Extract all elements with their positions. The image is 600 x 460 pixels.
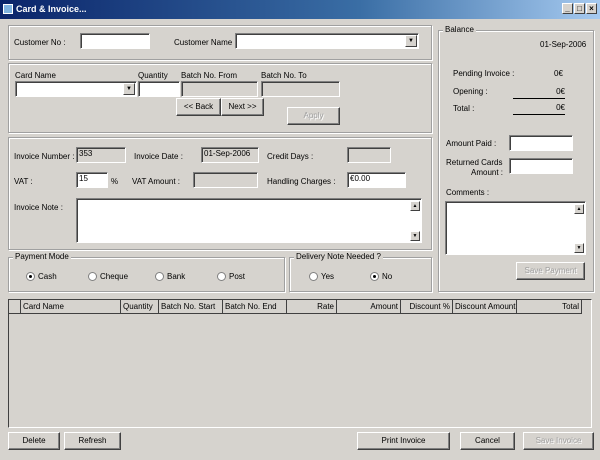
close-button[interactable]: × — [586, 3, 597, 14]
refresh-button[interactable]: Refresh — [64, 432, 121, 450]
opening-label: Opening : — [453, 87, 488, 96]
cancel-button[interactable]: Cancel — [460, 432, 515, 450]
handling-charges-input[interactable]: €0.00 — [347, 172, 406, 188]
scroll-up-icon[interactable]: ▲ — [574, 204, 584, 214]
pending-invoice-value: 0€ — [554, 69, 563, 78]
invoice-note-textarea[interactable]: ▲ ▼ — [76, 198, 422, 243]
customer-name-combo[interactable]: ▼ — [235, 33, 419, 49]
radio-yes[interactable]: Yes — [309, 272, 335, 282]
customer-no-input[interactable] — [80, 33, 150, 49]
save-payment-button[interactable]: Save Payment — [516, 262, 585, 280]
print-invoice-button[interactable]: Print Invoice — [357, 432, 450, 450]
handling-charges-label: Handling Charges : — [267, 177, 336, 186]
radio-icon[interactable] — [88, 272, 97, 282]
invoice-number-label: Invoice Number : — [14, 152, 75, 161]
percent-label: % — [111, 177, 119, 186]
window-title: Card & Invoice... — [16, 4, 87, 14]
back-button[interactable]: << Back — [176, 98, 221, 116]
returned-cards-amount-input[interactable] — [509, 158, 573, 174]
minimize-button[interactable]: _ — [562, 3, 573, 14]
payment-mode-legend: Payment Mode — [13, 252, 71, 261]
title-bar: Card & Invoice... — [0, 0, 600, 19]
col-discount-amount[interactable]: Discount Amount — [453, 300, 517, 313]
delivery-note-legend: Delivery Note Needed ? — [294, 252, 383, 261]
batch-from-label: Batch No. From — [181, 71, 238, 80]
card-name-label: Card Name — [15, 71, 56, 80]
grid-header: Card Name Quantity Batch No. Start Batch… — [9, 300, 582, 314]
scroll-down-icon[interactable]: ▼ — [410, 231, 420, 241]
radio-post[interactable]: Post — [217, 272, 246, 282]
radio-cash[interactable]: Cash — [26, 272, 57, 282]
col-quantity[interactable]: Quantity — [121, 300, 159, 313]
radio-icon[interactable] — [26, 272, 35, 282]
radio-label: Post — [229, 272, 246, 281]
card-name-combo[interactable]: ▼ — [15, 81, 137, 97]
vat-amount-field — [193, 172, 258, 188]
total-label: Total : — [453, 104, 475, 113]
quantity-label: Quantity — [138, 71, 168, 80]
radio-icon[interactable] — [217, 272, 226, 282]
col-amount[interactable]: Amount — [337, 300, 401, 313]
col-discount-percent[interactable]: Discount % — [401, 300, 453, 313]
scroll-down-icon[interactable]: ▼ — [574, 243, 584, 253]
radio-no[interactable]: No — [370, 272, 393, 282]
apply-button[interactable]: Apply — [287, 107, 340, 125]
maximize-button[interactable]: □ — [574, 3, 585, 14]
balance-date: 01-Sep-2006 — [540, 40, 587, 49]
col-batch-start[interactable]: Batch No. Start — [159, 300, 223, 313]
invoice-lines-grid[interactable]: Card Name Quantity Batch No. Start Batch… — [8, 299, 592, 428]
batch-to-label: Batch No. To — [261, 71, 307, 80]
col-batch-end[interactable]: Batch No. End — [223, 300, 287, 313]
invoice-date-label: Invoice Date : — [134, 152, 183, 161]
row-header — [9, 300, 21, 313]
vat-input[interactable]: 15 — [76, 172, 108, 188]
chevron-down-icon[interactable]: ▼ — [405, 35, 417, 47]
vat-amount-label: VAT Amount : — [132, 177, 181, 186]
col-card-name[interactable]: Card Name — [21, 300, 121, 313]
radio-icon[interactable] — [155, 272, 164, 282]
radio-label: Cash — [38, 272, 57, 281]
radio-icon[interactable] — [370, 272, 379, 282]
quantity-input[interactable] — [138, 81, 180, 97]
chevron-down-icon[interactable]: ▼ — [123, 83, 135, 95]
invoice-date-field: 01-Sep-2006 — [201, 147, 259, 163]
credit-days-field — [347, 147, 391, 163]
invoice-number-field: 353 — [76, 147, 126, 163]
radio-cheque[interactable]: Cheque — [88, 272, 129, 282]
radio-label: Cheque — [100, 272, 129, 281]
col-total[interactable]: Total — [517, 300, 582, 313]
col-rate[interactable]: Rate — [287, 300, 337, 313]
opening-value: 0€ — [513, 87, 565, 99]
amount-paid-input[interactable] — [509, 135, 573, 151]
batch-to-input — [261, 81, 340, 97]
app-icon — [3, 4, 13, 14]
radio-label: Bank — [167, 272, 186, 281]
returned-cards-label-2: Amount : — [471, 168, 504, 177]
comments-textarea[interactable]: ▲ ▼ — [445, 201, 586, 255]
batch-from-input — [181, 81, 258, 97]
delete-button[interactable]: Delete — [8, 432, 60, 450]
comments-label: Comments : — [446, 188, 490, 197]
pending-invoice-label: Pending Invoice : — [453, 69, 515, 78]
radio-icon[interactable] — [309, 272, 318, 282]
total-value: 0€ — [513, 103, 565, 115]
save-invoice-button[interactable]: Save Invoice — [523, 432, 594, 450]
vat-label: VAT : — [14, 177, 33, 186]
next-button[interactable]: Next >> — [221, 98, 264, 116]
balance-legend: Balance — [443, 25, 476, 34]
invoice-note-label: Invoice Note : — [14, 203, 63, 212]
returned-cards-label-1: Returned Cards — [446, 158, 503, 167]
credit-days-label: Credit Days : — [267, 152, 314, 161]
scroll-up-icon[interactable]: ▲ — [410, 201, 420, 211]
amount-paid-label: Amount Paid : — [446, 139, 497, 148]
customer-no-label: Customer No : — [14, 38, 66, 47]
radio-label: Yes — [321, 272, 335, 281]
customer-name-label: Customer Name — [174, 38, 233, 47]
radio-label: No — [382, 272, 393, 281]
radio-bank[interactable]: Bank — [155, 272, 186, 282]
